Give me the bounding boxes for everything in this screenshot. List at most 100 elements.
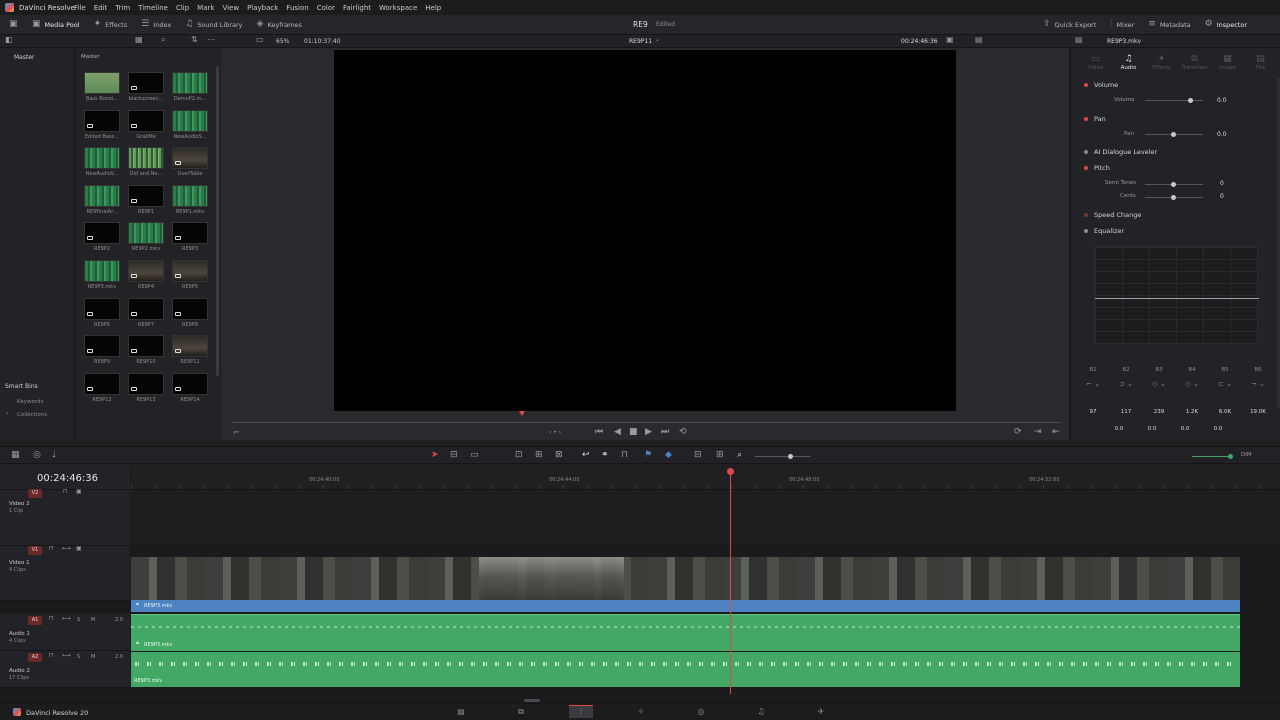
audio-clip-a2[interactable]: RE9P3.mkv xyxy=(131,651,1240,687)
replace-clip-icon[interactable]: ⊠ xyxy=(555,451,563,460)
inspector-tab-transition[interactable]: ⧉ Transition xyxy=(1178,54,1211,71)
clip-thumbnail[interactable] xyxy=(128,260,164,282)
menu-playback[interactable]: Playback xyxy=(247,4,278,12)
match-frame-icon[interactable]: ⟳ xyxy=(1014,428,1022,437)
pitch-section[interactable]: Pitch xyxy=(1078,162,1276,174)
media-clip[interactable]: RE9P8 xyxy=(169,297,211,328)
trim-tool-icon[interactable]: ⊟ xyxy=(450,451,458,460)
eq-gain[interactable]: 0.0 xyxy=(1106,426,1132,432)
track-auto-select-icon[interactable]: ⟷ xyxy=(62,653,71,659)
clip-thumbnail[interactable] xyxy=(84,260,120,282)
media-clip[interactable]: RE9P1.mkv xyxy=(169,184,211,215)
snapping-icon[interactable]: ↩ xyxy=(582,451,590,460)
flag-icon[interactable]: ⚑ xyxy=(644,451,652,460)
crop-icon[interactable]: ⌐ xyxy=(233,429,240,437)
solo-button[interactable]: S xyxy=(77,654,80,660)
eq-frequency[interactable]: 1.2K xyxy=(1179,409,1205,415)
clip-thumbnail[interactable] xyxy=(172,147,208,170)
zoom-detail-icon[interactable]: ⊞ xyxy=(716,451,724,460)
page-button-media[interactable]: ▤ xyxy=(449,705,473,718)
clip-thumbnail[interactable] xyxy=(172,260,208,282)
track-header-v1[interactable]: V1 ⊓ ⟷ ▣ Video 1 4 Clips xyxy=(0,546,130,601)
clip-thumbnail[interactable] xyxy=(128,297,164,320)
audio-clip-a1[interactable]: ⚭ RE9P3.mkv xyxy=(131,614,1240,651)
track-header-a2[interactable]: A2 ⊓ ⟷ S M 2.0 Audio 2 17 Clips xyxy=(0,651,130,688)
marker-icon[interactable]: ◆ xyxy=(665,451,672,460)
viewer-options-icon[interactable]: ▣ xyxy=(946,36,954,44)
page-button-fairlight[interactable]: ♫ xyxy=(749,705,773,718)
volume-slider-knob[interactable] xyxy=(1188,98,1193,103)
eq-band-b2[interactable]: B2 xyxy=(1113,367,1139,373)
track-auto-select-icon[interactable]: ⟷ xyxy=(62,616,71,622)
volume-fader-knob[interactable] xyxy=(1228,454,1233,459)
zoom-level[interactable]: 65% xyxy=(276,38,289,45)
track-lock-icon[interactable]: ⊓ xyxy=(49,616,54,622)
clip-thumbnail[interactable] xyxy=(84,372,120,395)
clip-thumbnail[interactable] xyxy=(172,109,208,132)
eq-band-b3[interactable]: B3 xyxy=(1146,367,1172,373)
track-tag-v1[interactable]: V1 xyxy=(28,546,42,555)
clip-thumbnail[interactable] xyxy=(84,335,120,358)
eq-band-b6[interactable]: B6 xyxy=(1245,367,1271,373)
menu-file[interactable]: File xyxy=(74,4,86,12)
speed-change-section[interactable]: Speed Change xyxy=(1078,209,1276,221)
cents-slider-knob[interactable] xyxy=(1171,195,1176,200)
clip-thumbnail[interactable] xyxy=(172,72,208,94)
list-view-icon[interactable]: ◧ xyxy=(5,36,13,44)
timeline-view-icon[interactable]: ▦ xyxy=(11,451,20,460)
track-auto-select-icon[interactable]: ⟷ xyxy=(62,546,71,552)
track-header-a1[interactable]: A1 ⊓ ⟷ S M 2.0 Audio 1 4 Clips xyxy=(0,614,130,651)
semitones-value[interactable]: 0 xyxy=(1220,180,1224,187)
timeline-name[interactable]: RE9P11 xyxy=(629,38,652,45)
menu-view[interactable]: View xyxy=(222,4,239,12)
eq-band-b5[interactable]: B5 xyxy=(1212,367,1238,373)
eq-filter-shape-icon[interactable]: ¬ ⌄ xyxy=(1245,380,1271,388)
eq-filter-shape-icon[interactable]: ⊂ ⌄ xyxy=(1212,380,1238,388)
media-clip[interactable]: RE9P1 xyxy=(125,184,167,215)
pan-slider-knob[interactable] xyxy=(1171,132,1176,137)
microphone-icon[interactable]: ♩ xyxy=(52,451,56,460)
zoom-custom-icon[interactable]: ⌕ xyxy=(737,451,742,460)
mark-out-icon[interactable]: ⇤ xyxy=(1052,428,1060,437)
clip-thumbnail[interactable] xyxy=(84,297,120,320)
zoom-slider[interactable] xyxy=(755,456,811,457)
eq-gain[interactable]: 0.0 xyxy=(1172,426,1198,432)
volume-section[interactable]: Volume xyxy=(1078,79,1276,91)
media-clip[interactable]: NewAudioV... xyxy=(81,147,123,177)
timeline-scrollbar[interactable] xyxy=(524,699,540,702)
media-clip[interactable]: GrabMe xyxy=(125,109,167,140)
track-lock-icon[interactable]: ⊓ xyxy=(49,653,54,659)
volume-slider-track[interactable] xyxy=(1145,100,1203,101)
media-clip[interactable]: Bass Boost... xyxy=(81,72,123,102)
media-clip[interactable]: DemoP2.m... xyxy=(169,72,211,102)
clip-thumbnail[interactable] xyxy=(128,72,164,94)
eq-frequency[interactable]: 239 xyxy=(1146,409,1172,415)
clip-thumbnail[interactable] xyxy=(128,109,164,132)
menu-timeline[interactable]: Timeline xyxy=(138,4,168,12)
clip-thumbnail[interactable] xyxy=(128,222,164,245)
semitones-slider-knob[interactable] xyxy=(1171,182,1176,187)
media-clip[interactable]: OverTable xyxy=(169,147,211,177)
media-clip[interactable]: RE9FinalAr... xyxy=(81,184,123,215)
panel-toggle-icon[interactable]: ▣ xyxy=(9,20,18,29)
dim-button[interactable]: DIM xyxy=(1241,452,1252,458)
step-back-icon[interactable]: ◀ xyxy=(614,428,621,437)
media-clip[interactable]: RE9P3.mkv xyxy=(81,260,123,290)
eq-band-b1[interactable]: B1 xyxy=(1080,367,1106,373)
clip-thumbnail[interactable] xyxy=(128,372,164,395)
mute-button[interactable]: M xyxy=(91,654,95,660)
linked-selection-icon[interactable]: ⚭ xyxy=(601,451,609,460)
timeline-timecode[interactable]: 00:24:46:36 xyxy=(37,473,98,484)
track-visibility-icon[interactable]: ▣ xyxy=(76,546,82,552)
quick-export-button[interactable]: ⇪ Quick Export xyxy=(1043,20,1096,29)
eq-frequency[interactable]: 6.0K xyxy=(1212,409,1238,415)
clip-thumbnail[interactable] xyxy=(84,72,120,94)
menu-fusion[interactable]: Fusion xyxy=(286,4,308,12)
pan-value[interactable]: 0.0 xyxy=(1217,131,1227,138)
eq-filter-shape-icon[interactable]: ⊃ ⌄ xyxy=(1113,380,1139,388)
eq-gain[interactable]: 0.0 xyxy=(1205,426,1231,432)
track-lock-icon[interactable]: ⊓ xyxy=(63,489,68,495)
eq-frequency[interactable]: 97 xyxy=(1080,409,1106,415)
loop-icon[interactable]: ⟲ xyxy=(679,428,687,437)
sort-icon[interactable]: ⇅ xyxy=(191,36,198,44)
